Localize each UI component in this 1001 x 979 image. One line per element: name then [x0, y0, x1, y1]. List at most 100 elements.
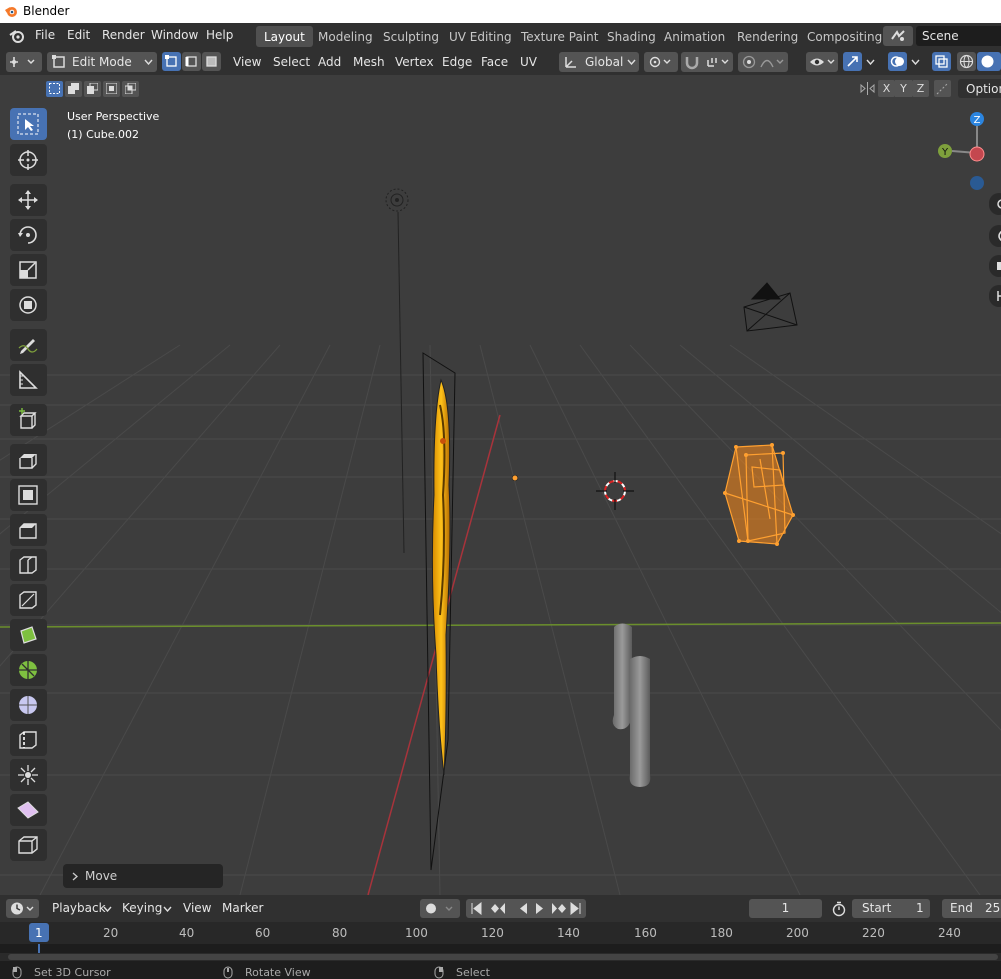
3d-viewport[interactable]: User Perspective (1) Cube.002 X Y Z Opti…	[0, 75, 1001, 895]
pivot-point-dropdown[interactable]	[644, 52, 678, 72]
scrollbar-thumb[interactable]	[8, 954, 998, 960]
xray-toggle-button[interactable]	[932, 52, 951, 71]
shear-icon	[17, 801, 39, 819]
tool-poly-build[interactable]	[10, 619, 47, 651]
menu-file[interactable]: File	[35, 28, 55, 42]
header-menu-select[interactable]: Select	[273, 55, 310, 69]
vertex-select-button[interactable]	[162, 52, 181, 71]
chevron-down-icon[interactable]	[866, 59, 875, 65]
pan-button[interactable]	[989, 225, 1001, 247]
solid-shading-button[interactable]	[977, 52, 1001, 71]
tool-rip[interactable]	[10, 829, 47, 861]
frame-ruler[interactable]: 1 20 40 60 80 100 120 140 160 180 200 22…	[0, 922, 1001, 944]
select-invert-button[interactable]	[103, 81, 120, 97]
mirror-x-toggle[interactable]: X	[878, 80, 895, 97]
timeline-editor-type-button[interactable]	[6, 899, 39, 918]
tool-measure[interactable]	[10, 364, 47, 396]
select-intersect-button[interactable]	[122, 81, 139, 97]
timeline-menu-view[interactable]: View	[183, 901, 211, 920]
editor-type-icon	[10, 57, 35, 67]
header-menu-mesh[interactable]: Mesh	[353, 55, 385, 69]
snapping-controls[interactable]	[681, 52, 733, 72]
header-menu-edge[interactable]: Edge	[442, 55, 472, 69]
header-menu-vertex[interactable]: Vertex	[395, 55, 434, 69]
tab-sculpting[interactable]: Sculpting	[375, 26, 447, 47]
tool-shrink-fatten[interactable]	[10, 759, 47, 791]
tool-smooth[interactable]	[10, 689, 47, 721]
overlays-icon	[890, 56, 904, 67]
auto-keying-toggle[interactable]	[420, 899, 460, 918]
tool-loop-cut[interactable]	[10, 549, 47, 581]
menu-render[interactable]: Render	[102, 28, 145, 42]
header-menu-uv[interactable]: UV	[520, 55, 537, 69]
tool-knife[interactable]	[10, 584, 47, 616]
mirror-y-toggle[interactable]: Y	[895, 80, 912, 97]
tool-inset[interactable]	[10, 479, 47, 511]
keying-dropdown[interactable]: Keying	[116, 899, 174, 918]
chevron-down-icon[interactable]	[911, 59, 920, 65]
tab-compositing[interactable]: Compositing	[799, 26, 890, 47]
tool-cursor[interactable]	[10, 144, 47, 176]
blender-menu-icon[interactable]	[8, 28, 26, 44]
playback-dropdown[interactable]: Playback	[45, 899, 114, 918]
last-operator-panel[interactable]: Move	[63, 864, 223, 888]
timeline-header: Playback Keying View Marker 1 Start 1 En…	[0, 895, 1001, 922]
tool-transform[interactable]	[10, 289, 47, 321]
overlays-toggle-button[interactable]	[888, 52, 907, 71]
tool-edge-slide[interactable]	[10, 724, 47, 756]
tool-annotate[interactable]	[10, 329, 47, 361]
tab-modeling[interactable]: Modeling	[310, 26, 381, 47]
status-bar: Set 3D Cursor Rotate View Select	[0, 965, 1001, 979]
tool-add-cube[interactable]	[10, 404, 47, 436]
tab-shading[interactable]: Shading	[599, 26, 664, 47]
scene-selector-button[interactable]	[883, 26, 913, 46]
timeline-menu-marker[interactable]: Marker	[222, 901, 263, 920]
tool-move[interactable]	[10, 184, 47, 216]
editor-type-button[interactable]	[6, 52, 42, 72]
menu-window[interactable]: Window	[151, 28, 198, 42]
topology-mirror-icon[interactable]	[934, 80, 951, 97]
menu-help[interactable]: Help	[206, 28, 233, 42]
visibility-dropdown[interactable]	[806, 52, 838, 72]
wireframe-shading-button[interactable]	[957, 52, 976, 71]
select-extend-button[interactable]	[65, 81, 82, 97]
preview-range-toggle[interactable]	[828, 899, 850, 918]
tool-rotate[interactable]	[10, 219, 47, 251]
tab-texture-paint[interactable]: Texture Paint	[513, 26, 606, 47]
zoom-button[interactable]	[989, 193, 1001, 215]
header-menu-view[interactable]: View	[233, 55, 261, 69]
header-menu-add[interactable]: Add	[318, 55, 341, 69]
header-menu-face[interactable]: Face	[481, 55, 508, 69]
timeline-scrollbar[interactable]	[0, 953, 1001, 961]
edge-select-button[interactable]	[182, 52, 201, 71]
tab-uv-editing[interactable]: UV Editing	[441, 26, 520, 47]
options-dropdown[interactable]: Options	[958, 79, 1001, 98]
scene-name-field[interactable]: Scene	[916, 26, 1001, 46]
tab-rendering[interactable]: Rendering	[729, 26, 806, 47]
select-new-button[interactable]	[46, 81, 63, 97]
end-frame-field[interactable]: End 250	[942, 899, 1001, 918]
tab-layout[interactable]: Layout	[256, 26, 313, 47]
menu-edit[interactable]: Edit	[67, 28, 90, 42]
tool-extrude[interactable]	[10, 444, 47, 476]
tool-select-box[interactable]	[10, 108, 47, 140]
ortho-toggle-button[interactable]	[989, 285, 1001, 307]
face-select-button[interactable]	[202, 52, 221, 71]
playback-buttons-icons[interactable]	[470, 902, 582, 915]
proportional-editing-controls[interactable]	[738, 52, 788, 72]
current-frame-field[interactable]: 1	[749, 899, 822, 918]
gizmo-toggle-button[interactable]	[843, 52, 862, 71]
chevron-down-icon	[627, 59, 636, 65]
tool-shear[interactable]	[10, 794, 47, 826]
tool-scale[interactable]	[10, 254, 47, 286]
tool-bevel[interactable]	[10, 514, 47, 546]
tab-animation[interactable]: Animation	[656, 26, 733, 47]
mirror-z-toggle[interactable]: Z	[912, 80, 929, 97]
tool-spin[interactable]	[10, 654, 47, 686]
select-subtract-button[interactable]	[84, 81, 101, 97]
mode-dropdown[interactable]: Edit Mode	[47, 52, 157, 72]
navigation-gizmo[interactable]: Z Y	[930, 108, 990, 193]
transform-orientation-dropdown[interactable]: Global	[559, 52, 639, 72]
start-frame-field[interactable]: Start 1	[852, 899, 930, 918]
camera-view-button[interactable]	[989, 255, 1001, 277]
